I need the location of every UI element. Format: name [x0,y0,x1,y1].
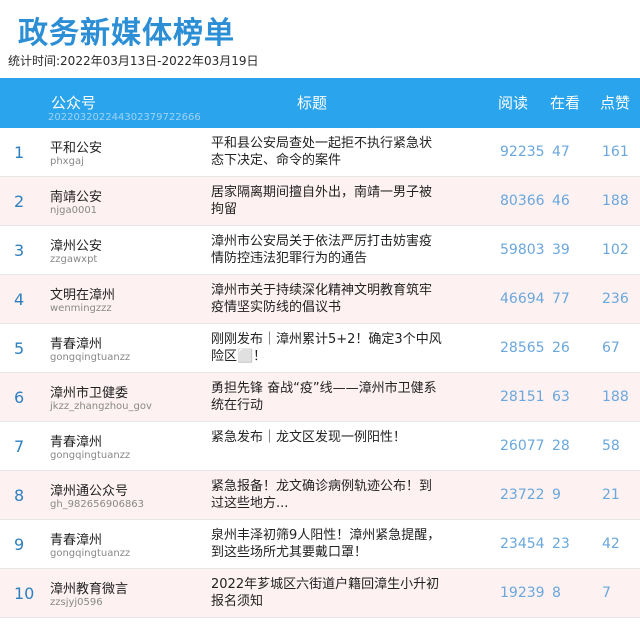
account-name: 漳州市卫健委 [50,386,129,401]
account-id: phxgaj [50,156,84,167]
account-name: 漳州公安 [50,239,103,254]
like-count: 21 [602,487,620,503]
table-header: 公众号 标题 阅读 在看 点赞 2022032022443023797226​6… [0,78,640,128]
account-name: 漳州通公众号 [50,484,129,499]
read-count: 59803 [500,242,545,258]
rank-number: 10 [14,584,35,603]
header-read: 阅读 [498,94,529,112]
read-count: 80366 [500,193,545,209]
account-id: gongqingtuanzz [50,352,131,363]
table-row[interactable]: 3 漳州公安 zzgawxpt 漳州市公安局关于依法严厉打击妨害疫情防控违法犯罪行为的… [0,226,640,275]
account-id: njga0001 [50,205,98,216]
account-name: 文明在漳州 [50,288,116,303]
rank-number: 6 [14,388,25,407]
like-count: 236 [602,291,629,307]
account-id: jkzz_zhangzhou_gov [50,401,152,412]
table-body: 1 平和公安 phxgaj 平和县公安局查处一起拒不执行紧急状态下决定、命令的案件 92… [0,128,640,618]
like-count: 102 [602,242,629,258]
account-id: gongqingtuanzz [50,450,131,461]
like-count: 42 [602,536,620,552]
watch-count: 26 [552,340,570,356]
rank-number: 5 [14,339,25,358]
read-count: 46694 [500,291,545,307]
read-count: 23454 [500,536,545,552]
read-count: 92235 [500,144,545,160]
like-count: 58 [602,438,620,454]
account-id: gh_982656906863 [50,499,145,510]
like-count: 7 [602,585,611,601]
account-name: 漳州教育微言 [50,582,129,597]
rank-number: 3 [14,241,25,260]
article-title[interactable]: 紧急报备！龙文确诊病例轨迹公布！到过这些地方... [211,478,443,512]
watch-count: 28 [552,438,570,454]
account-id: gongqingtuanzz [50,548,131,559]
ranking-page: 政务新媒体榜单 统计时间:2022年03月13日-2022年03月19日 公众号… [0,0,640,640]
rank-number: 7 [14,437,25,456]
account-id: wenmingzzz [50,303,112,314]
article-title[interactable]: 刚刚发布｜漳州累计5+2！确定3个中风险区⬜！ [211,331,443,365]
article-title[interactable]: 居家隔离期间擅自外出，南靖一男子被拘留 [211,184,443,218]
stat-period: 统计时间:2022年03月13日-2022年03月19日 [8,54,259,68]
like-count: 67 [602,340,620,356]
article-title[interactable]: 平和县公安局查处一起拒不执行紧急状态下决定、命令的案件 [211,135,443,169]
header-account: 公众号 [51,94,97,112]
article-title[interactable]: 勇担先锋 奋战“疫”线——漳州市卫健系统在行动 [211,380,443,414]
watch-count: 8 [552,585,561,601]
read-count: 23722 [500,487,545,503]
table-row[interactable]: 10 漳州教育微言 zzsjyj0596 2022年芗城区六街道户籍回漳生小升初报名须… [0,569,640,618]
article-title[interactable]: 漳州市公安局关于依法严厉打击妨害疫情防控违法犯罪行为的通告 [211,233,443,267]
account-id: zzsjyj0596 [50,597,103,608]
page-title: 政务新媒体榜单 [18,16,235,51]
article-title[interactable]: 2022年芗城区六街道户籍回漳生小升初报名须知 [211,576,443,610]
table-row[interactable]: 4 文明在漳州 wenmingzzz 漳州市关于持续深化精神文明教育筑牢疫情坚实防线的… [0,275,640,324]
read-count: 26077 [500,438,545,454]
table-row[interactable]: 1 平和公安 phxgaj 平和县公安局查处一起拒不执行紧急状态下决定、命令的案件 92… [0,128,640,177]
watch-count: 23 [552,536,570,552]
watch-count: 9 [552,487,561,503]
account-id: zzgawxpt [50,254,98,265]
header-title: 标题 [297,94,328,112]
article-title[interactable]: 泉州丰泽初筛9人阳性！漳州紧急提醒，到这些场所尤其要戴口罩！ [211,527,443,561]
account-name: 南靖公安 [50,190,103,205]
ranking-table: 公众号 标题 阅读 在看 点赞 2022032022443023797226​6… [0,78,640,618]
rank-number: 2 [14,192,25,211]
header-like: 点赞 [600,94,631,112]
watch-count: 39 [552,242,570,258]
table-row[interactable]: 7 青春漳州 gongqingtuanzz 紧急发布｜龙文区发现一例阳性！ 26077 2… [0,422,640,471]
header-id-line: 2022032022443023797226​66 [48,112,201,123]
table-row[interactable]: 5 青春漳州 gongqingtuanzz 刚刚发布｜漳州累计5+2！确定3个中风险区… [0,324,640,373]
article-title[interactable]: 紧急发布｜龙文区发现一例阳性！ [211,429,443,446]
table-row[interactable]: 9 青春漳州 gongqingtuanzz 泉州丰泽初筛9人阳性！漳州紧急提醒，到这些… [0,520,640,569]
watch-count: 47 [552,144,570,160]
table-row[interactable]: 6 漳州市卫健委 jkzz_zhangzhou_gov 勇担先锋 奋战“疫”线——漳州… [0,373,640,422]
account-name: 平和公安 [50,141,103,156]
account-name: 青春漳州 [50,337,103,352]
rank-number: 9 [14,535,25,554]
watch-count: 63 [552,389,570,405]
header-watch: 在看 [550,94,581,112]
rank-number: 4 [14,290,25,309]
like-count: 161 [602,144,629,160]
like-count: 188 [602,389,629,405]
like-count: 188 [602,193,629,209]
read-count: 28151 [500,389,545,405]
rank-number: 8 [14,486,25,505]
account-name: 青春漳州 [50,435,103,450]
rank-number: 1 [14,143,25,162]
table-row[interactable]: 8 漳州通公众号 gh_982656906863 紧急报备！龙文确诊病例轨迹公布！到过… [0,471,640,520]
watch-count: 77 [552,291,570,307]
watch-count: 46 [552,193,570,209]
read-count: 19239 [500,585,545,601]
article-title[interactable]: 漳州市关于持续深化精神文明教育筑牢疫情坚实防线的倡议书 [211,282,443,316]
table-row[interactable]: 2 南靖公安 njga0001 居家隔离期间擅自外出，南靖一男子被拘留 80366 46 1… [0,177,640,226]
read-count: 28565 [500,340,545,356]
account-name: 青春漳州 [50,533,103,548]
